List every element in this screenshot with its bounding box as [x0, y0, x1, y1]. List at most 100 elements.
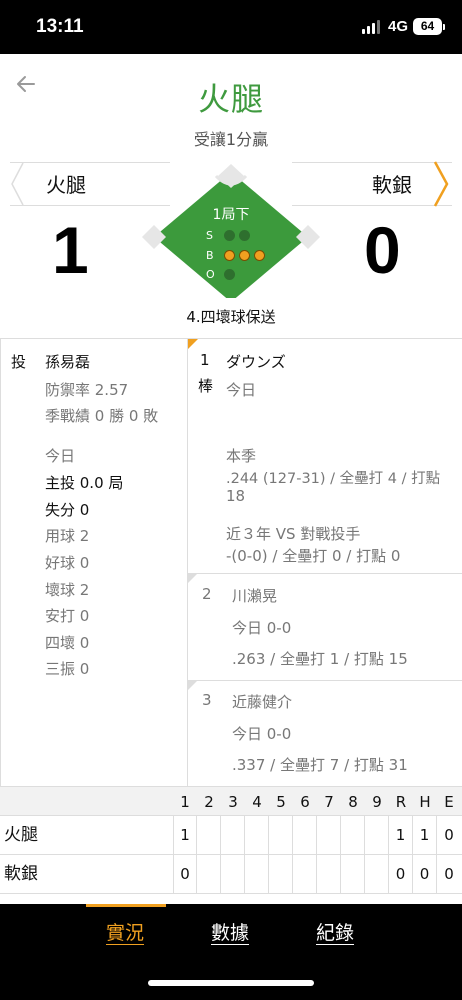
pitcher-today-label: 今日	[45, 447, 76, 465]
inning-label: 1局下	[212, 207, 250, 223]
linescore-cell	[341, 855, 365, 893]
ball-dot	[224, 250, 235, 261]
play-description: 4.四壞球保送	[186, 308, 276, 326]
ball-label: B	[206, 249, 214, 262]
linescore-header-cell: 2	[204, 793, 214, 811]
batter-order: 1	[200, 351, 210, 369]
strike-dot	[239, 230, 250, 241]
batter-today-line: 今日 0-0	[232, 619, 292, 637]
batter-order: 3	[202, 691, 212, 709]
linescore-row-home: 火腿 1110	[0, 816, 462, 855]
linescore-team: 軟銀	[4, 864, 38, 884]
batter-name: 川瀨晃	[232, 587, 278, 605]
divider	[188, 573, 462, 574]
pitcher-walks: 四壞 0	[45, 634, 90, 652]
linescore-header-cell: 4	[252, 793, 262, 811]
batter-season-label: 本季	[226, 447, 257, 465]
page-title: 火腿	[197, 80, 264, 118]
linescore-cell	[341, 816, 365, 854]
linescore-cell	[197, 855, 221, 893]
batter-vs-label: 近３年 VS 對戰投手	[226, 525, 361, 543]
batter-list: 1 棒 ダウンズ 今日 本季 .244 (127-31) / 全壘打 4 / 打…	[188, 339, 462, 787]
active-tab-indicator	[86, 904, 166, 907]
home-indicator[interactable]	[148, 980, 314, 986]
linescore-header-cell: R	[395, 793, 407, 811]
third-base-icon	[142, 225, 166, 249]
batter-season-line: .244 (127-31) / 全壘打 4 / 打點	[226, 471, 441, 487]
strike-dot	[224, 230, 235, 241]
linescore-cell	[317, 855, 341, 893]
batter-today-line: 今日 0-0	[232, 725, 292, 743]
linescore-cell: 0	[444, 826, 454, 844]
battery-icon: 64	[413, 18, 442, 35]
batter-today-label: 今日	[226, 381, 257, 399]
batter-season-line: .263 / 全壘打 1 / 打點 15	[232, 650, 408, 668]
handicap-subtitle: 受讓1分贏	[193, 130, 269, 149]
linescore-header: 123456789RHE	[0, 786, 462, 816]
batter-pos-label: 棒	[198, 377, 214, 395]
linescore-cell: 1	[173, 816, 197, 854]
linescore-cell	[365, 855, 389, 893]
linescore-team: 火腿	[4, 825, 38, 845]
pitcher-innings: 主投 0.0 局	[45, 474, 124, 492]
linescore-header-cell: E	[444, 793, 454, 811]
tab-stats[interactable]: 數據	[211, 918, 249, 945]
linescore-header-cell: 9	[372, 793, 382, 811]
linescore-cell: 0	[389, 855, 413, 893]
linescore-cell	[269, 816, 293, 854]
pitcher-strikes: 好球 0	[45, 554, 90, 572]
linescore-cell: 1	[413, 816, 437, 854]
batter-order: 2	[202, 585, 212, 603]
tab-live[interactable]: 實況	[106, 918, 144, 945]
first-base-icon	[296, 225, 320, 249]
linescore-cell	[269, 855, 293, 893]
ball-dot	[254, 250, 265, 261]
linescore-cell	[245, 855, 269, 893]
pitcher-name: 孫易磊	[45, 353, 91, 371]
pitcher-season-record: 季戰績 0 勝 0 敗	[45, 407, 159, 425]
linescore-cell: 0	[444, 865, 454, 883]
linescore-cell	[197, 816, 221, 854]
matchup-info: 投 孫易磊 防禦率 2.57 季戰績 0 勝 0 敗 今日 主投 0.0 局 失…	[0, 338, 462, 787]
linescore-cell: 0	[413, 855, 437, 893]
battery-nub	[443, 24, 445, 30]
signal-icon	[362, 20, 382, 34]
linescore-cell	[221, 816, 245, 854]
linescore-cell	[293, 855, 317, 893]
pitcher-hits: 安打 0	[45, 607, 90, 625]
pitcher-pitches: 用球 2	[45, 527, 90, 545]
status-time: 13:11	[36, 16, 84, 37]
out-label: O	[206, 268, 215, 281]
batter-season-rbi: 18	[226, 487, 246, 505]
batter-season-line: .337 / 全壘打 7 / 打點 31	[232, 756, 408, 774]
linescore-header-cell: 1	[180, 793, 190, 811]
linescore-cell: 1	[389, 816, 413, 854]
game-panel: 火腿 受讓1分贏 火腿 軟銀 1 0 1局下 S B O 4.四壞球保送 投 孫…	[0, 54, 462, 904]
chevron-right-icon[interactable]	[432, 160, 450, 208]
linescore-header-cell: 5	[276, 793, 286, 811]
pitcher-pos-label: 投	[11, 353, 27, 371]
linescore-table: 123456789RHE 火腿 1110 軟銀 0000	[0, 786, 462, 898]
batter-name: ダウンズ	[226, 353, 286, 371]
batter-corner	[188, 681, 197, 690]
divider	[188, 680, 462, 681]
ball-dot	[239, 250, 250, 261]
linescore-cell	[317, 816, 341, 854]
pitcher-strikeouts: 三振 0	[45, 660, 90, 678]
tab-records[interactable]: 紀錄	[316, 918, 354, 945]
linescore-cell	[221, 855, 245, 893]
pitcher-era: 防禦率 2.57	[45, 381, 129, 399]
pitcher-balls: 壞球 2	[45, 581, 90, 599]
network-label: 4G	[388, 18, 409, 35]
status-bar: 13:11 4G 64	[0, 0, 462, 54]
linescore-header-cell: 8	[348, 793, 358, 811]
linescore-cell: 0	[173, 855, 197, 893]
batter-vs-line: -(0-0) / 全壘打 0 / 打點 0	[226, 547, 401, 565]
batter-name: 近藤健介	[232, 693, 293, 711]
linescore-header-cell: 6	[300, 793, 310, 811]
strike-label: S	[206, 229, 213, 242]
linescore-cell	[293, 816, 317, 854]
linescore-header-cell: H	[419, 793, 431, 811]
batter-corner	[188, 574, 197, 583]
pitcher-card[interactable]: 投 孫易磊 防禦率 2.57 季戰績 0 勝 0 敗 今日 主投 0.0 局 失…	[0, 339, 188, 787]
